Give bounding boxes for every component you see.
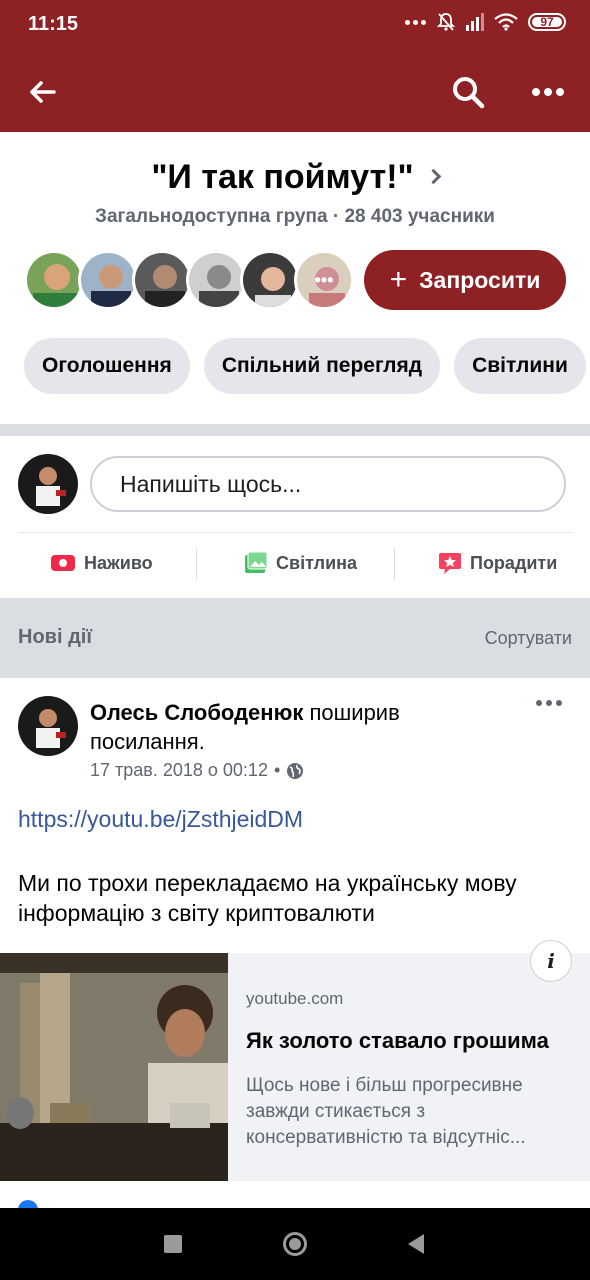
app-bar — [0, 60, 590, 124]
link-preview-domain: youtube.com — [246, 989, 344, 1008]
signal-icon — [466, 13, 484, 31]
post-timestamp[interactable]: 17 трав. 2018 о 00:12 — [90, 760, 268, 781]
status-icons: 97 — [405, 12, 566, 32]
link-preview-card[interactable]: youtube.com Як золото ставало грошима Що… — [0, 953, 590, 1181]
invite-button[interactable]: + Запросити — [364, 250, 566, 310]
recommend-label: Порадити — [470, 552, 558, 573]
like-icon — [18, 1200, 38, 1208]
system-nav-bar — [0, 1208, 590, 1280]
member-avatar[interactable] — [24, 250, 84, 310]
battery-level: 97 — [540, 15, 554, 29]
group-subtitle: Загальнодоступна група · 28 403 учасники — [95, 206, 495, 227]
invite-label: Запросити — [419, 266, 541, 293]
arrow-left-icon — [30, 81, 56, 103]
battery-icon: 97 — [528, 13, 566, 31]
link-preview-thumbnail — [0, 953, 228, 1181]
member-avatar[interactable] — [132, 250, 192, 310]
feed-header: Нові дії Сортувати — [0, 598, 590, 678]
more-members-icon: ••• — [314, 269, 334, 290]
link-preview-title: Як золото ставало грошима — [246, 1028, 549, 1053]
search-icon — [453, 77, 485, 109]
member-avatar[interactable] — [240, 250, 300, 310]
plus-icon: + — [389, 263, 408, 296]
live-video-icon — [51, 555, 75, 571]
meta-separator: • — [273, 760, 281, 780]
post-author-avatar[interactable] — [18, 696, 78, 756]
live-label: Наживо — [84, 552, 153, 573]
section-divider — [0, 424, 590, 436]
member-avatar[interactable] — [78, 250, 138, 310]
composer-input[interactable]: Напишіть щось... — [90, 456, 566, 512]
divider — [18, 532, 572, 533]
tab-announcements[interactable]: Оголошення — [24, 338, 190, 394]
post-options-button[interactable] — [536, 700, 562, 706]
live-button[interactable]: Наживо — [50, 540, 153, 586]
post-meta: 17 трав. 2018 о 00:12 • — [90, 760, 304, 781]
user-avatar[interactable] — [18, 454, 78, 514]
action-divider — [196, 548, 197, 580]
search-button[interactable] — [444, 70, 492, 114]
notification-dots-icon — [405, 19, 426, 25]
photo-icon — [245, 551, 268, 573]
group-title: "И так поймут!" — [151, 158, 414, 196]
feed-header-label: Нові дії — [18, 626, 92, 648]
chevron-right-icon — [425, 168, 441, 184]
status-time: 11:15 — [28, 13, 79, 35]
post-text: Ми по трохи перекладаємо на українську м… — [18, 870, 517, 926]
post-header: Олесь Слободенюк поширив посилання. — [90, 698, 520, 756]
home-icon[interactable] — [283, 1232, 307, 1256]
post-link[interactable]: https://youtu.be/jZsthjeidDM — [18, 806, 303, 833]
more-horizontal-icon — [532, 88, 564, 96]
action-divider — [394, 548, 395, 580]
photo-label: Світлина — [276, 552, 358, 573]
back-button[interactable] — [18, 70, 66, 114]
info-icon[interactable]: i — [530, 940, 572, 982]
group-tabs: Оголошення Спільний перегляд Світлини — [24, 338, 586, 394]
tab-watch-party[interactable]: Спільний перегляд — [203, 338, 441, 394]
recent-apps-icon[interactable] — [164, 1235, 182, 1253]
wifi-icon — [494, 13, 518, 31]
post-author-name[interactable]: Олесь Слободенюк — [90, 700, 303, 725]
tab-photos[interactable]: Світлини — [454, 338, 586, 394]
group-title-row[interactable]: "И так поймут!" — [0, 158, 590, 197]
member-avatar-more[interactable]: ••• — [294, 250, 354, 310]
mute-bell-icon — [436, 13, 456, 31]
top-bar: 11:15 97 — [0, 0, 590, 132]
member-avatar[interactable] — [186, 250, 246, 310]
photo-button[interactable]: Світлина — [244, 540, 357, 586]
globe-icon — [287, 762, 304, 779]
status-bar: 11:15 97 — [0, 0, 590, 50]
recommend-icon — [439, 553, 461, 574]
more-options-button[interactable] — [524, 70, 572, 114]
post-footer-partial — [0, 1182, 590, 1208]
composer-actions: Наживо Світлина Порадити — [0, 540, 590, 586]
back-nav-icon[interactable] — [406, 1233, 426, 1255]
recommend-button[interactable]: Порадити — [438, 540, 557, 586]
sort-button[interactable]: Сортувати — [485, 628, 572, 649]
link-preview-description: Щось нове і більш прогресивне завжди сти… — [246, 1075, 526, 1148]
